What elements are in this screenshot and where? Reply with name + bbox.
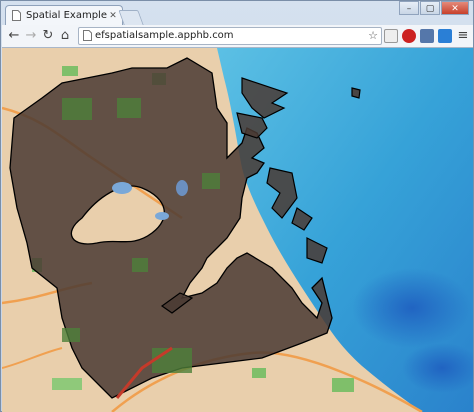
bookmark-star-icon[interactable]: ☆: [368, 28, 378, 44]
park-area: [117, 98, 141, 118]
maximize-button[interactable]: ▢: [420, 1, 440, 15]
park-area: [62, 66, 78, 76]
menu-button[interactable]: ≡: [455, 27, 471, 45]
window-controls: – ▢ ✕: [398, 1, 469, 15]
tab-close-icon[interactable]: ✕: [107, 11, 119, 21]
pier-polygon[interactable]: [351, 87, 361, 99]
park-area: [62, 98, 92, 120]
extension-grid-icon[interactable]: [420, 29, 434, 43]
map-canvas[interactable]: [2, 48, 473, 412]
tab-spatial-example[interactable]: Spatial Example ✕: [5, 5, 123, 25]
tab-strip: Spatial Example ✕ – ▢ ✕: [1, 1, 473, 25]
extension-blue-icon[interactable]: [438, 29, 452, 43]
page-icon: [83, 30, 92, 41]
park-area: [52, 378, 82, 390]
minimize-button[interactable]: –: [399, 1, 419, 15]
url-text: efspatialsample.apphb.com: [95, 30, 234, 41]
lake: [155, 212, 169, 220]
window-close-button[interactable]: ✕: [441, 1, 469, 15]
reload-button[interactable]: ↻: [40, 27, 56, 45]
address-bar[interactable]: efspatialsample.apphb.com ☆: [78, 27, 382, 45]
park-area: [252, 368, 266, 378]
opera-extension-icon[interactable]: [402, 29, 416, 43]
park-area: [332, 378, 354, 392]
deep-water-patch: [352, 268, 472, 348]
park-area: [152, 348, 192, 373]
new-tab-button[interactable]: [118, 10, 144, 25]
map-viewport[interactable]: [2, 48, 473, 412]
park-area: [202, 173, 220, 189]
park-area: [62, 328, 80, 342]
back-button[interactable]: ←: [6, 27, 22, 45]
browser-toolbar: ← → ↻ ⌂ efspatialsample.apphb.com ☆ ≡: [2, 25, 473, 48]
home-button[interactable]: ⌂: [57, 27, 73, 45]
lake: [112, 182, 132, 194]
page-icon: [12, 10, 21, 21]
browser-window: Spatial Example ✕ – ▢ ✕ ← → ↻ ⌂ efspatia…: [0, 0, 474, 412]
forward-button[interactable]: →: [23, 27, 39, 45]
park-area: [132, 258, 148, 272]
extension-info-icon[interactable]: [384, 29, 398, 43]
lake: [176, 180, 188, 196]
tab-title: Spatial Example: [26, 10, 107, 21]
